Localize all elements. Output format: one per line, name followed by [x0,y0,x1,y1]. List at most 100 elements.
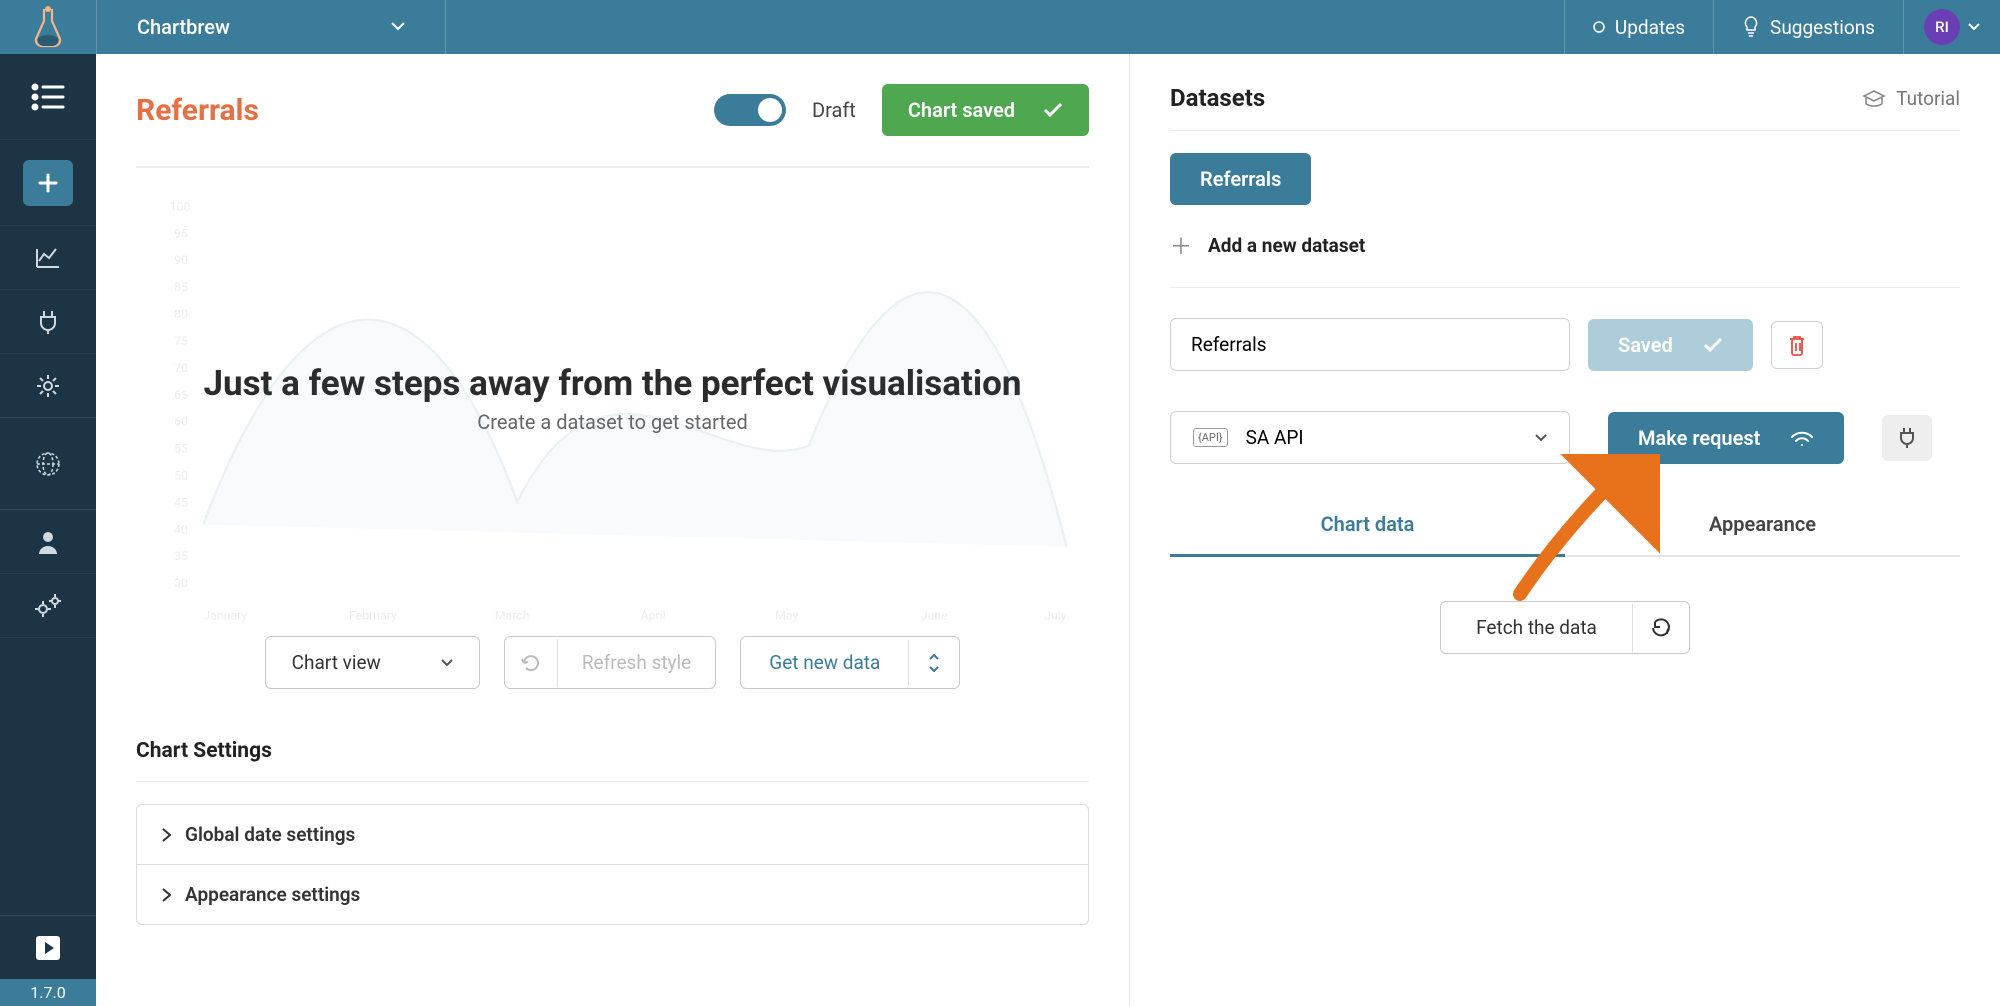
updates-label: Updates [1615,16,1685,39]
delete-dataset-button[interactable] [1771,321,1823,369]
connection-label: SA API [1246,426,1304,449]
logo[interactable] [0,6,96,48]
svg-text:100: 100 [170,200,191,214]
accordion-appearance[interactable]: Appearance settings [136,865,1089,925]
page-title: Referrals [136,93,259,128]
fetch-data-button[interactable]: Fetch the data [1440,601,1690,654]
dataset-saved-button[interactable]: Saved [1588,319,1753,371]
svg-text:65: 65 [174,389,188,403]
chevrons-icon [927,654,941,672]
avatar: RI [1924,9,1960,45]
svg-text:55: 55 [174,443,188,457]
tab-appearance[interactable]: Appearance [1565,494,1960,557]
gears-icon [33,593,63,619]
plus-icon [38,173,58,193]
caret-down-icon [441,659,453,667]
get-new-data-button[interactable]: Get new data [740,636,960,689]
dataset-saved-label: Saved [1618,333,1673,357]
chart-placeholder: 100959085 80757065 60555045 403530 Janua… [136,188,1089,608]
sidebar-item-user[interactable] [0,510,96,574]
chart-view-dropdown[interactable]: Chart view [265,636,480,689]
svg-text:60: 60 [174,416,188,430]
svg-text:February: February [349,610,397,624]
check-icon [1703,337,1723,353]
draft-label: Draft [812,98,856,122]
svg-text:June: June [921,610,948,624]
datasets-title: Datasets [1170,84,1265,112]
connection-plug-button[interactable] [1882,415,1932,461]
add-dataset-label: Add a new dataset [1208,234,1365,257]
svg-text:May: May [775,610,798,624]
make-request-label: Make request [1638,426,1760,450]
sidebar-item-settings[interactable] [0,354,96,418]
svg-text:March: March [495,610,530,624]
plus-icon: ＋ [1170,229,1192,261]
svg-text:75: 75 [174,335,188,349]
user-icon [37,530,59,554]
refresh-icon [1651,618,1671,638]
sidebar-item-add[interactable] [0,140,96,226]
check-icon [1043,102,1063,118]
chart-saved-label: Chart saved [908,98,1015,122]
accordion-global-date-label: Global date settings [185,823,355,846]
svg-text:35: 35 [174,550,188,564]
svg-text:January: January [203,610,247,624]
svg-text:July: July [1044,610,1067,624]
svg-text:45: 45 [174,496,188,510]
svg-text:40: 40 [174,523,188,537]
accordion-global-date[interactable]: Global date settings [136,804,1089,865]
caret-down-icon [391,22,405,32]
version-label: 1.7.0 [0,979,96,1006]
svg-text:April: April [641,610,666,624]
sidebar-collapse[interactable] [0,915,96,979]
svg-text:85: 85 [174,281,188,295]
caret-right-icon [161,888,171,902]
ghost-chart-icon: 100 95 90 85 80 75 70 65 60 55 50 45 40 35 30 Janua… [136,188,1089,636]
chart-line-icon [35,247,61,269]
chart-view-label: Chart view [292,651,381,674]
svg-text:30: 30 [174,577,188,591]
svg-text:50: 50 [174,470,188,484]
tab-chart-data[interactable]: Chart data [1170,494,1565,557]
sidebar: 1.7.0 [0,54,96,1006]
sidebar-item-chart[interactable] [0,226,96,290]
caret-down-icon [1535,434,1547,442]
get-new-data-label: Get new data [741,637,908,688]
plug-icon [37,309,59,335]
connection-dropdown[interactable]: {API} SA API [1170,411,1570,464]
accordion-appearance-label: Appearance settings [185,883,360,906]
topbar: Chartbrew Updates Suggestions RI [0,0,2000,54]
svg-text:70: 70 [174,362,188,376]
play-square-icon [34,934,62,962]
graduation-cap-icon [1862,89,1886,107]
caret-right-icon [161,828,171,842]
list-icon [31,83,65,111]
suggestions-link[interactable]: Suggestions [1713,0,1903,54]
trash-icon [1788,334,1806,356]
fetch-data-label: Fetch the data [1441,602,1632,653]
dataset-pill-referrals[interactable]: Referrals [1170,153,1311,205]
draft-toggle[interactable] [714,94,786,126]
svg-text:95: 95 [174,227,188,241]
svg-text:90: 90 [174,254,188,268]
gear-icon [35,373,61,399]
project-name: Chartbrew [137,15,230,39]
caret-down-icon [1968,23,1980,31]
svg-text:80: 80 [174,308,188,322]
make-request-button[interactable]: Make request [1608,412,1844,464]
user-menu[interactable]: RI [1903,0,2000,54]
project-dropdown[interactable]: Chartbrew [96,0,446,54]
updates-link[interactable]: Updates [1564,0,1713,54]
sidebar-item-admin[interactable] [0,574,96,638]
lightbulb-icon [1742,16,1760,38]
sidebar-item-globe[interactable] [0,418,96,510]
chart-saved-button[interactable]: Chart saved [882,84,1089,136]
sidebar-item-plug[interactable] [0,290,96,354]
tutorial-link[interactable]: Tutorial [1862,87,1960,110]
refresh-style-button[interactable]: Refresh style [504,636,716,689]
dataset-name-input[interactable] [1170,318,1570,371]
add-dataset-row[interactable]: ＋ Add a new dataset [1170,229,1960,288]
sidebar-item-list[interactable] [0,54,96,140]
refresh-icon [521,653,541,673]
tutorial-label: Tutorial [1896,87,1960,110]
